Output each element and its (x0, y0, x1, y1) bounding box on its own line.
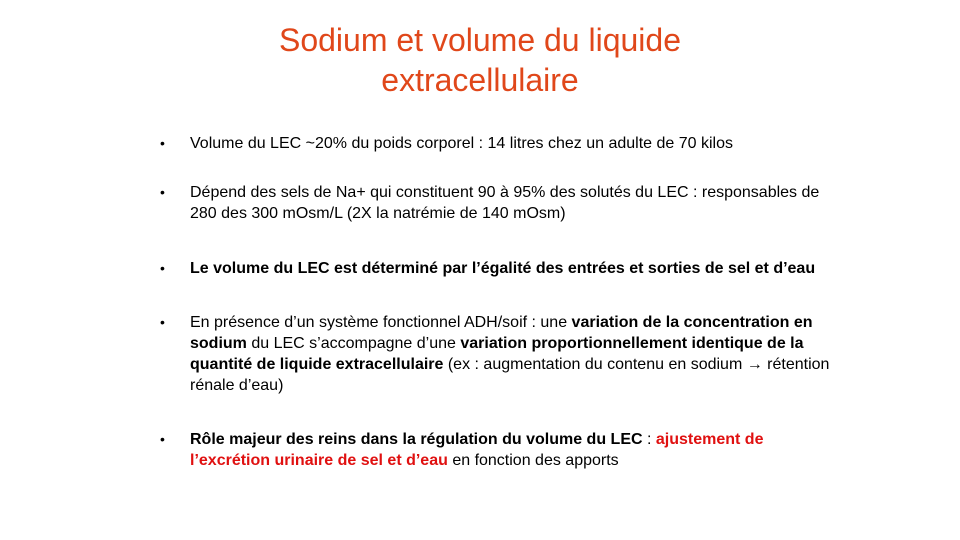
bullet-icon: • (160, 260, 165, 276)
bullet-item: • Dépend des sels de Na+ qui constituent… (160, 182, 840, 224)
bullet-text: Volume du LEC ~20% du poids corporel : 1… (190, 135, 733, 152)
bullet-item: • En présence d’un système fonctionnel A… (160, 312, 840, 396)
bullet-list: • Volume du LEC ~20% du poids corporel :… (160, 133, 840, 471)
bullet-text: du LEC s’accompagne d’une (246, 335, 461, 352)
bullet-text: Dépend des sels de Na+ qui constituent 9… (190, 184, 820, 222)
bullet-text: En présence d’un système fonctionnel ADH… (190, 314, 572, 331)
bullet-item: • Le volume du LEC est déterminé par l’é… (160, 258, 840, 279)
slide-title-line-1: Sodium et volume du liquide (278, 22, 681, 58)
bullet-icon: • (160, 184, 165, 200)
bullet-icon: • (160, 135, 165, 151)
bullet-text: en fonction des apports (447, 452, 619, 469)
bullet-text: : (642, 431, 656, 448)
bullet-item: • Rôle majeur des reins dans la régulati… (160, 429, 840, 471)
slide-title-line-2: extracellulaire (381, 62, 579, 98)
bullet-icon: • (160, 314, 165, 330)
bullet-text-bold: Le volume du LEC est déterminé par l’éga… (190, 260, 816, 277)
bullet-icon: • (160, 431, 165, 447)
bullet-text-bold: Rôle majeur des reins dans la régulation… (190, 431, 643, 448)
slide: Sodium et volume du liquide extracellula… (0, 0, 960, 540)
bullet-item: • Volume du LEC ~20% du poids corporel :… (160, 133, 840, 154)
slide-title: Sodium et volume du liquide extracellula… (160, 20, 800, 100)
